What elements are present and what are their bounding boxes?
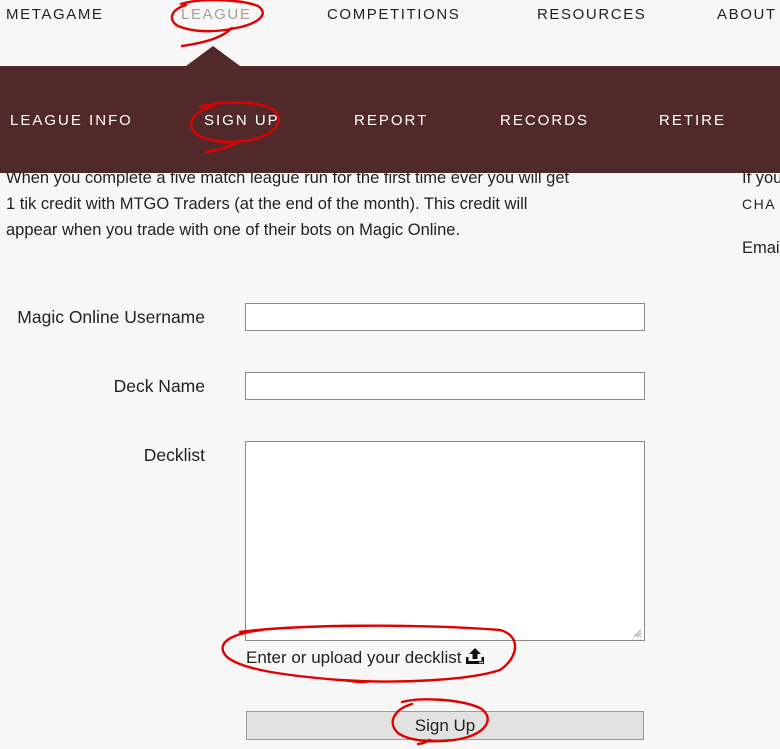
top-nav: METAGAME LEAGUE COMPETITIONS RESOURCES A… [0,0,780,30]
sidebar-line-1: If you [742,173,780,187]
upload-icon[interactable] [465,647,485,665]
decklist-textarea[interactable] [245,441,645,641]
active-nav-caret [186,46,240,66]
decklist-label: Decklist [143,445,205,465]
league-subnav: LEAGUE INFO SIGN UP REPORT RECORDS RETIR… [0,66,780,173]
decklist-hint: Enter or upload your decklist [246,647,485,668]
nav-metagame[interactable]: METAGAME [6,6,104,23]
decklist-hint-text: Enter or upload your decklist [246,648,462,667]
nav-about[interactable]: ABOUT [717,6,777,23]
sidebar-line-3: Emai [742,239,780,257]
subnav-report[interactable]: REPORT [354,112,428,129]
subnav-league-info[interactable]: LEAGUE INFO [10,112,133,129]
sidebar-line-2: CHA [742,196,777,212]
deck-name-label: Deck Name [113,376,205,396]
nav-resources[interactable]: RESOURCES [537,6,646,23]
username-input[interactable] [245,303,645,331]
sign-up-button[interactable]: Sign Up [246,711,644,740]
subnav-records[interactable]: RECORDS [500,112,589,129]
username-label: Magic Online Username [17,307,205,327]
subnav-retire[interactable]: RETIRE [659,112,726,129]
sidebar-text: If you CHA Emai [742,173,780,261]
nav-competitions[interactable]: COMPETITIONS [327,6,460,23]
sidebar-clip: If you CHA Emai [0,173,780,273]
subnav-sign-up[interactable]: SIGN UP [204,112,280,129]
nav-league[interactable]: LEAGUE [181,6,251,23]
resize-grip-icon[interactable] [632,628,642,638]
deck-name-input[interactable] [245,372,645,400]
